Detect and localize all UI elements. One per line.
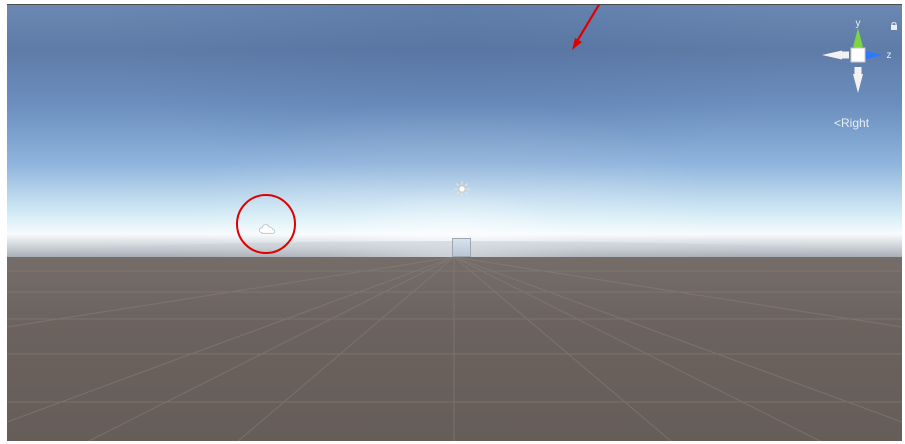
- orientation-gizmo[interactable]: y z: [819, 16, 897, 108]
- sun-icon[interactable]: [454, 181, 470, 197]
- gizmo-y-axis-label: y: [856, 18, 861, 29]
- gizmo-z-axis-label: z: [887, 50, 892, 61]
- screenshot-page: y z <Right: [0, 0, 905, 444]
- lock-icon[interactable]: [890, 21, 898, 31]
- scene-view[interactable]: y z <Right: [7, 4, 902, 441]
- gizmo-view-label[interactable]: <Right: [834, 116, 889, 130]
- sky-haze: [7, 5, 902, 257]
- perspective-chevron-icon: <: [834, 116, 842, 130]
- view-label-text: Right: [841, 116, 870, 130]
- highlight-circle: [236, 194, 296, 254]
- red-arrow-annotation: [572, 5, 601, 50]
- ground-grid: [7, 257, 902, 441]
- cube[interactable]: [452, 238, 471, 257]
